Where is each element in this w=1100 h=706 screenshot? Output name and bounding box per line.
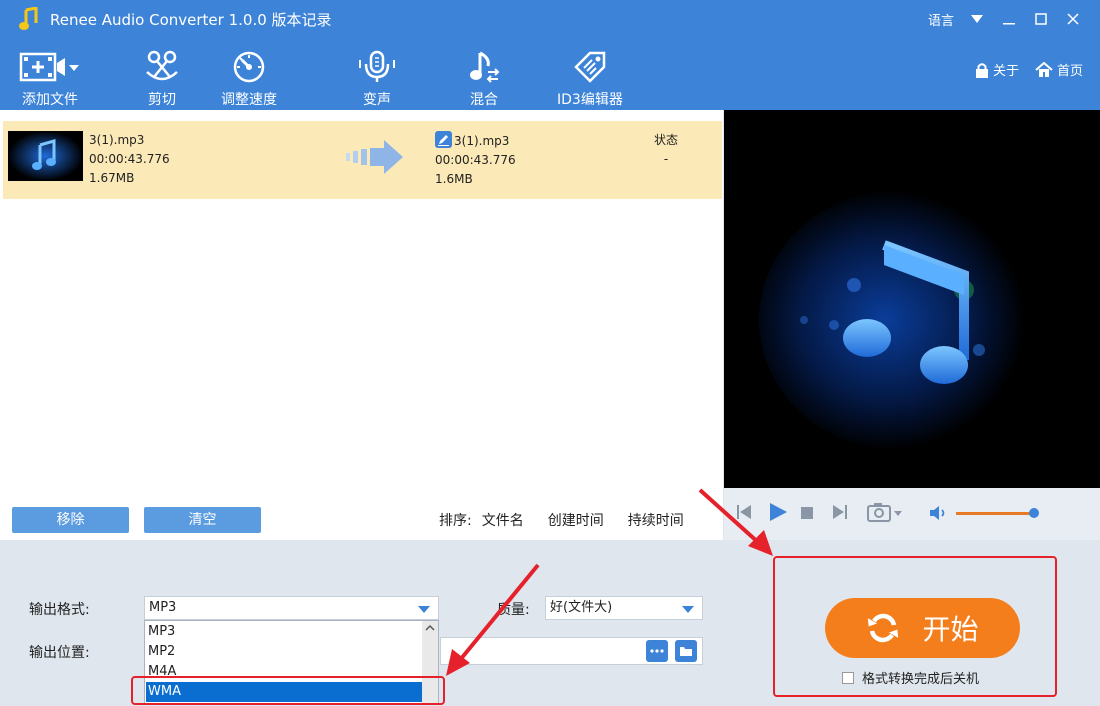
annotation-arrows — [446, 488, 773, 676]
